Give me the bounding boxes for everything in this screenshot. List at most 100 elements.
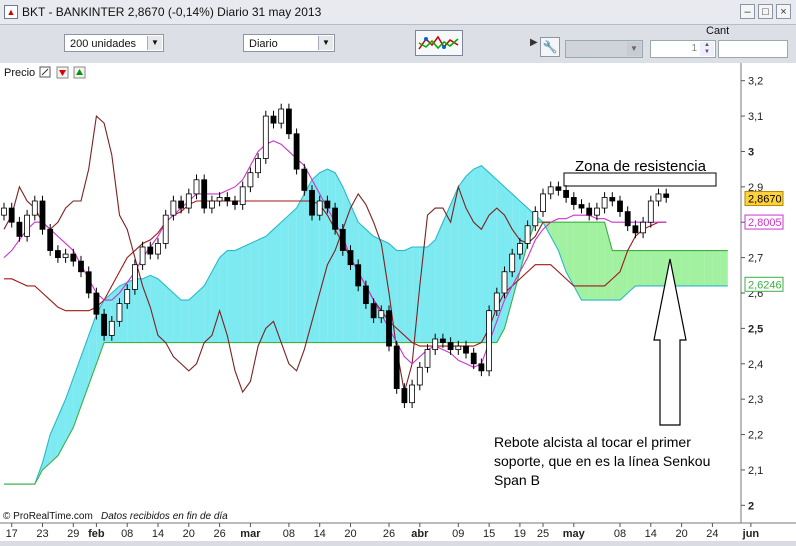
- cloud-segment: [296, 193, 305, 343]
- candle-body: [31, 200, 38, 216]
- candle-body: [439, 338, 446, 343]
- x-tick-label: 17: [6, 528, 18, 540]
- minimize-icon[interactable]: –: [740, 4, 755, 19]
- candle-body: [640, 221, 646, 234]
- candle-body: [563, 189, 569, 198]
- cloud-segment: [712, 250, 721, 286]
- rebound-text-line-3: Span B: [494, 472, 540, 488]
- cloud-segment: [442, 204, 451, 343]
- candle-body: [62, 253, 69, 259]
- add-indicator-icon[interactable]: [73, 66, 86, 79]
- cloud-segment: [419, 247, 428, 343]
- resistance-label: Zona de resistencia: [575, 158, 707, 175]
- cloud-segment: [581, 222, 590, 301]
- candle-body: [216, 197, 223, 202]
- cloud-segment: [181, 300, 189, 343]
- candle-body: [455, 345, 462, 351]
- candle-body: [424, 349, 431, 368]
- svg-text:2,8670: 2,8670: [748, 194, 782, 206]
- candle-body: [386, 310, 392, 347]
- y-tick-label: 2,1: [748, 465, 763, 477]
- candle-body: [370, 303, 377, 319]
- cant-label: Cant: [706, 25, 730, 37]
- panel-label: Precio: [4, 67, 35, 79]
- cloud-segment: [165, 285, 174, 343]
- y-tick-label: 3,2: [748, 76, 763, 88]
- x-tick-label: 08: [614, 528, 626, 540]
- cloud-segment: [697, 250, 705, 286]
- chart-area[interactable]: 3,23,132,92,82,72,62,52,42,32,22,12 1723…: [0, 63, 796, 541]
- candle-body: [347, 250, 354, 266]
- cloud-segment: [466, 169, 474, 343]
- wrench-icon[interactable]: 🔧: [540, 37, 560, 57]
- price-field[interactable]: [718, 40, 788, 58]
- period-value: Diario: [249, 38, 278, 50]
- quantity-stepper[interactable]: 1 ▲ ▼: [650, 40, 716, 58]
- candle-body: [416, 366, 423, 386]
- order-type-select[interactable]: ▼: [565, 40, 643, 58]
- candle-body: [270, 115, 277, 124]
- cloud-segment: [589, 222, 597, 301]
- cloud-segment: [142, 275, 151, 343]
- candle-body: [93, 292, 100, 315]
- candle-body: [85, 271, 92, 294]
- candle-body: [16, 221, 23, 237]
- tenkan-price-tag: 2,8005: [744, 214, 784, 230]
- indicators-button[interactable]: [415, 30, 463, 56]
- cloud-segment: [450, 186, 459, 343]
- candle-body: [547, 186, 554, 195]
- candle-body: [101, 313, 107, 336]
- candle-body: [555, 186, 562, 191]
- candle-body: [155, 243, 161, 255]
- candle-body: [316, 200, 323, 216]
- candle-body: [108, 320, 115, 336]
- rebound-text-line-1: Rebote alcista al tocar el primer: [494, 434, 691, 450]
- candle-body: [178, 200, 185, 209]
- candle-body: [463, 345, 469, 354]
- candle-body: [185, 193, 192, 209]
- candle-body: [401, 388, 408, 404]
- x-tick-label: 23: [36, 528, 48, 540]
- x-tick-label: jun: [742, 528, 760, 540]
- candle-body: [355, 264, 362, 287]
- x-tick-label: 08: [121, 528, 133, 540]
- cloud-segment: [327, 169, 336, 343]
- cloud-segment: [673, 250, 682, 286]
- units-select[interactable]: 200 unidades ▼: [64, 34, 164, 52]
- candle-body: [116, 303, 123, 322]
- period-select[interactable]: Diario ▼: [243, 34, 335, 52]
- svg-text:2,8005: 2,8005: [748, 217, 782, 229]
- cloud-segment: [435, 222, 443, 343]
- candle-body: [78, 260, 84, 273]
- chevron-down-icon: ▼: [147, 36, 162, 50]
- candle-body: [293, 133, 300, 170]
- candle-body: [501, 271, 508, 294]
- maximize-icon[interactable]: □: [758, 4, 773, 19]
- cloud-segment: [188, 293, 197, 343]
- cloud-segment: [681, 250, 690, 286]
- x-tick-label: 09: [452, 528, 464, 540]
- candle-body: [24, 214, 31, 237]
- candle-body: [47, 228, 54, 251]
- y-tick-label: 2,7: [748, 253, 763, 265]
- x-tick-label: 19: [514, 528, 526, 540]
- candle-body: [278, 108, 285, 124]
- candle-body: [517, 243, 523, 255]
- rebound-text-line-2: soporte, que en es la línea Senkou: [494, 453, 710, 469]
- spin-arrows-icon[interactable]: ▲ ▼: [700, 42, 714, 56]
- cloud-segment: [596, 222, 605, 301]
- chevron-right-icon[interactable]: ▶: [530, 37, 538, 48]
- cloud-segment: [242, 243, 251, 343]
- x-tick-label: 14: [645, 528, 657, 540]
- x-tick-label: 14: [152, 528, 164, 540]
- cloud-segment: [335, 172, 343, 343]
- cloud-segment: [288, 208, 297, 343]
- remove-indicator-icon[interactable]: [56, 66, 69, 79]
- candle-body: [409, 384, 416, 404]
- close-icon[interactable]: ×: [776, 4, 791, 19]
- candle-body: [493, 292, 500, 312]
- candle-body: [601, 197, 608, 209]
- price-chart[interactable]: 3,23,132,92,82,72,62,52,42,32,22,12 1723…: [0, 63, 796, 541]
- x-tick-label: 14: [314, 528, 326, 540]
- x-tick-label: 29: [67, 528, 79, 540]
